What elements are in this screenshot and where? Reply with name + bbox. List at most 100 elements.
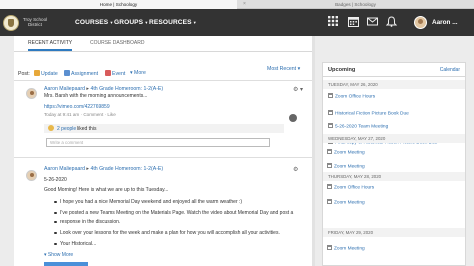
browser-tab-label: Home | Schoology xyxy=(99,2,138,7)
user-menu[interactable]: Aaron ... xyxy=(432,9,458,36)
event-calendar-icon xyxy=(327,199,332,204)
post-course-link[interactable]: 4th Grade Homeroom: 1-2(A-E) xyxy=(90,86,163,92)
update-icon xyxy=(34,70,40,76)
event-calendar-icon xyxy=(327,163,332,168)
gear-icon[interactable]: ⚙ ▾ xyxy=(293,86,303,93)
likes-count-link[interactable]: 2 people xyxy=(57,126,76,132)
close-tab-icon[interactable]: × xyxy=(243,0,246,9)
gear-icon[interactable]: ⚙ xyxy=(293,166,298,173)
upcoming-event[interactable]: Historical Fiction Picture Book Due xyxy=(328,110,409,117)
post-update-button[interactable]: Update xyxy=(34,70,58,77)
day-header: THURSDAY, MAY 28, 2020 xyxy=(323,172,465,181)
divider xyxy=(14,80,312,81)
school-name-line2: District xyxy=(27,22,43,28)
post-course-link[interactable]: 4th Grade Homeroom: 1-2(A-E) xyxy=(90,166,163,172)
list-item-continuation: response in the discussion. xyxy=(53,219,121,225)
nav-groups-label: GROUPS xyxy=(114,19,144,26)
post-header: Aaron Maliepaard ▸ 4th Grade Homeroom: 1… xyxy=(44,86,163,92)
nav-courses-label: COURSES xyxy=(75,19,109,26)
post-event-label: Event xyxy=(112,71,126,77)
day-header: WEDNESDAY, MAY 27, 2020 xyxy=(323,134,465,143)
list-item: Your Historical... xyxy=(53,241,97,247)
user-name: Aaron ... xyxy=(432,19,458,26)
browser-tab-badges[interactable]: × Badges | Schoology xyxy=(237,0,474,9)
sort-dropdown[interactable]: Most Recent ▾ xyxy=(267,66,300,72)
show-more-label: Show More xyxy=(47,252,74,258)
upcoming-event[interactable]: 5-26-2020 Team Meeting xyxy=(328,123,388,130)
show-more-link[interactable]: ▾ Show More xyxy=(44,252,73,258)
post-greeting: Good Morning! Here is what we are up to … xyxy=(44,187,169,193)
event-title: Zoom Office Hours xyxy=(335,94,376,100)
calendar-link[interactable]: Calendar xyxy=(440,67,460,73)
event-title: Zoom Meeting xyxy=(334,164,365,170)
school-logo[interactable] xyxy=(3,15,19,31)
post-more-button[interactable]: ▾ More xyxy=(130,70,146,76)
chevron-down-icon: ▾ xyxy=(193,20,196,25)
post-assignment-label: Assignment xyxy=(71,71,99,77)
event-title: Historical Fiction Picture Book Due xyxy=(335,111,409,117)
feed-scrollbar[interactable] xyxy=(312,36,315,266)
assignment-icon xyxy=(64,70,70,76)
post-author-avatar[interactable] xyxy=(26,170,37,181)
post-author-link[interactable]: Aaron Maliepaard xyxy=(44,86,85,92)
list-item: I hope you had a nice Memorial Day weeke… xyxy=(53,199,243,205)
post-event-button[interactable]: Event xyxy=(105,70,125,77)
post-text: Mrs. Barsh with the morning announcement… xyxy=(44,93,148,99)
apps-grid-icon[interactable] xyxy=(327,16,339,28)
post-more-label: More xyxy=(134,70,146,76)
post-meta: Today at 9:41 am · Comment · Like xyxy=(44,112,116,117)
browser-tab-home[interactable]: Home | Schoology xyxy=(0,0,237,9)
calendar-icon[interactable] xyxy=(347,16,359,28)
upcoming-event[interactable]: Zoom Meeting xyxy=(327,149,365,156)
event-icon xyxy=(105,70,111,76)
event-calendar-icon xyxy=(328,123,333,128)
tab-recent-activity[interactable]: RECENT ACTIVITY xyxy=(28,40,73,51)
event-title: 5-26-2020 Team Meeting xyxy=(335,124,389,130)
chevron-down-icon: ▾ xyxy=(297,66,301,72)
event-calendar-icon xyxy=(327,184,332,189)
post-update-label: Update xyxy=(41,71,58,77)
post-assignment-button[interactable]: Assignment xyxy=(64,70,98,77)
tab-course-dashboard[interactable]: COURSE DASHBOARD xyxy=(90,40,144,46)
nav-resources[interactable]: RESOURCES ▾ xyxy=(149,9,196,36)
assignment-icon xyxy=(328,110,333,115)
divider xyxy=(14,157,312,158)
school-name: Troy School District xyxy=(22,17,48,28)
chevron-down-icon: ▾ xyxy=(145,20,148,25)
nav-resources-label: RESOURCES xyxy=(149,19,192,26)
upcoming-header: Upcoming Calendar xyxy=(323,63,465,77)
comment-input[interactable]: Write a comment xyxy=(46,138,270,147)
upcoming-event[interactable]: Zoom Meeting xyxy=(327,245,365,252)
like-emoji-icon xyxy=(48,125,54,131)
post-author-avatar[interactable] xyxy=(26,88,37,99)
event-title: Zoom Meeting xyxy=(334,150,365,156)
likes-text: liked this xyxy=(77,125,97,132)
user-avatar[interactable] xyxy=(414,16,427,29)
browser-tab-strip: Home | Schoology × Badges | Schoology xyxy=(0,0,474,9)
sort-label: Most Recent xyxy=(267,66,297,72)
upcoming-event[interactable]: Zoom Meeting xyxy=(327,163,365,170)
show-more-underline xyxy=(44,262,88,266)
upcoming-event[interactable]: Zoom Office Hours xyxy=(327,184,374,191)
day-header: TUESDAY, MAY 26, 2020 xyxy=(323,80,465,89)
upcoming-title: Upcoming xyxy=(328,67,356,73)
upcoming-event[interactable]: Zoom Meeting xyxy=(327,199,365,206)
messages-icon[interactable] xyxy=(366,16,378,28)
post-video-link[interactable]: https://vimeo.com/422769859 xyxy=(44,104,110,110)
event-calendar-icon xyxy=(327,149,332,154)
post-header: Aaron Maliepaard ▸ 4th Grade Homeroom: 1… xyxy=(44,166,163,172)
event-title: Zoom Meeting xyxy=(334,246,365,252)
browser-tab-label: Badges | Schoology xyxy=(335,2,376,7)
event-calendar-icon xyxy=(327,245,332,250)
post-date-text: 5-26-2020 xyxy=(44,177,67,183)
upcoming-event[interactable]: Zoom Office Hours xyxy=(328,93,375,100)
event-title: Zoom Office Hours xyxy=(334,185,375,191)
nav-groups[interactable]: GROUPS ▾ xyxy=(114,9,148,36)
app-header: Troy School District COURSES ▾ GROUPS ▾ RE… xyxy=(0,9,474,36)
list-item: Look over your lessons for the week and … xyxy=(54,230,280,236)
nav-courses[interactable]: COURSES ▾ xyxy=(75,9,113,36)
event-title: Zoom Meeting xyxy=(334,200,365,206)
notifications-icon[interactable] xyxy=(385,16,397,28)
likes-bar: 2 people liked this xyxy=(44,124,284,133)
post-author-link[interactable]: Aaron Maliepaard xyxy=(44,166,85,172)
